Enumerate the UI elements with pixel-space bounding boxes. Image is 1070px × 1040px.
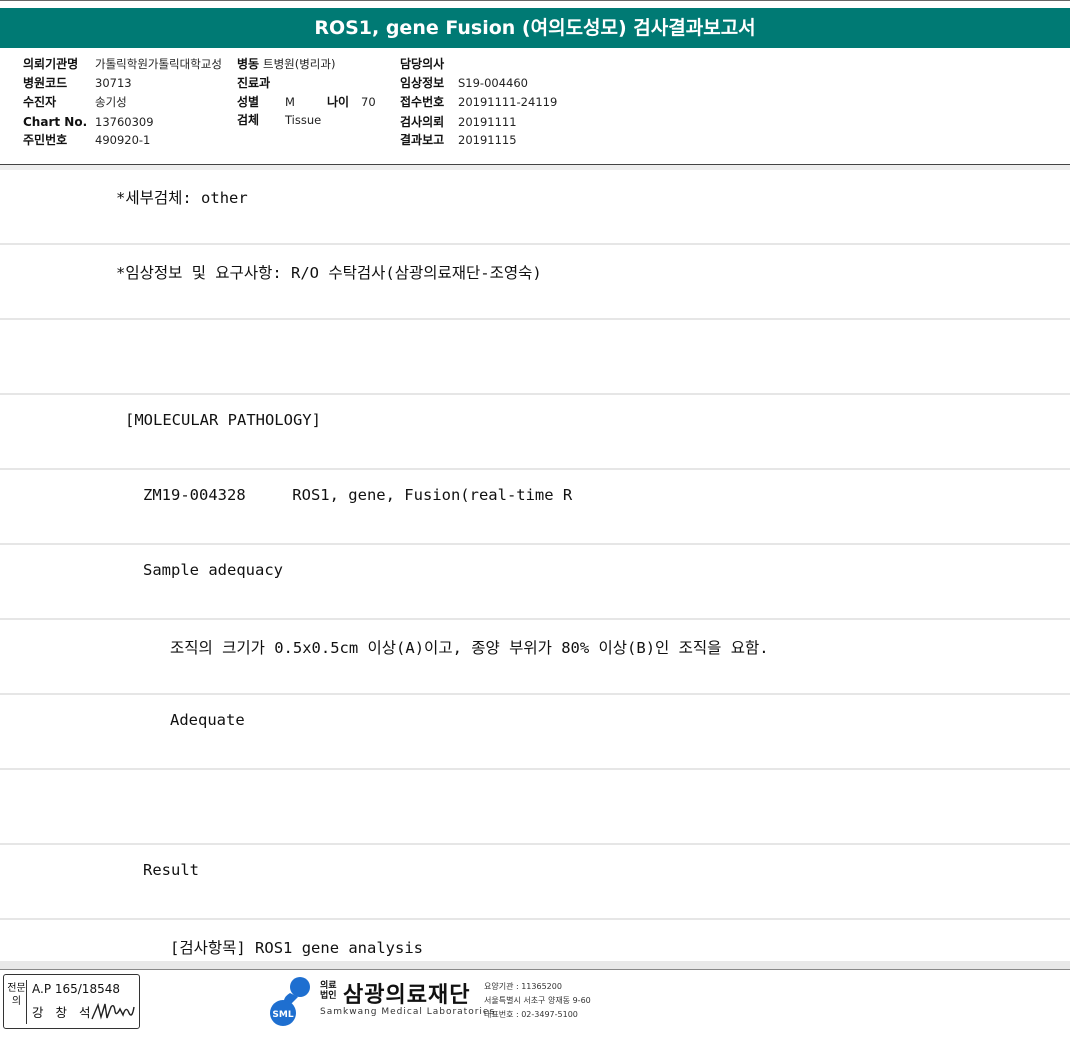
report-title: ROS1, gene Fusion (여의도성모) 검사결과보고서 (0, 8, 1070, 48)
ap-number: A.P 165/18548 (32, 982, 120, 996)
result-rows: *세부검체: other *임상정보 및 요구사항: R/O 수탁검사(삼광의료… (0, 170, 1070, 961)
top-border (0, 0, 1070, 1)
resident-value: 490920-1 (95, 133, 151, 147)
institution-value: 가톨릭학원가톨릭대학교성 (95, 57, 222, 71)
sex-label: 성별 (237, 95, 260, 109)
handwritten-signature-icon (91, 1002, 135, 1020)
row-text: Sample adequacy (143, 561, 283, 579)
row-text: Result (143, 861, 199, 879)
result-row (0, 320, 1070, 395)
result-row: *세부검체: other (0, 170, 1070, 245)
request-label: 검사의뢰 (400, 115, 445, 129)
result-row: Sample adequacy (0, 545, 1070, 620)
chart-label: Chart No. (23, 115, 88, 129)
dept-label: 진료과 (237, 76, 271, 90)
logo-corp-line2: 법인 (320, 991, 337, 1001)
ward-value: 트병원(병리과) (263, 57, 336, 71)
row-text: *임상정보 및 요구사항: R/O 수탁검사(삼광의료재단-조영숙) (116, 264, 542, 282)
logo-corp-line1: 의료 (320, 981, 337, 991)
sml-logo-icon: SML (270, 977, 310, 1026)
chart-value: 13760309 (95, 115, 154, 129)
receipt-value: 20191111-24119 (458, 95, 558, 109)
report-date-label: 결과보고 (400, 133, 445, 147)
clinical-label: 임상정보 (400, 76, 445, 90)
row-text: [검사항목] ROS1 gene analysis (170, 939, 424, 957)
row-text: [MOLECULAR PATHOLOGY] (125, 411, 321, 429)
ward-label: 병동 (237, 57, 260, 71)
clinical-value: S19-004460 (458, 76, 528, 90)
result-row: ZM19-004328 ROS1, gene, Fusion(real-time… (0, 470, 1070, 545)
result-row: Result (0, 845, 1070, 920)
report-date-value: 20191115 (458, 133, 517, 147)
logo-corp-label: 의료 법인 (320, 981, 337, 1001)
receipt-label: 접수번호 (400, 95, 445, 109)
age-label: 나이 (327, 95, 350, 109)
pathologist-name: 강 창 석 (32, 1005, 95, 1020)
row-text: ZM19-004328 ROS1, gene, Fusion(real-time… (143, 486, 573, 504)
specimen-label: 검체 (237, 113, 260, 127)
specimen-value: Tissue (285, 113, 322, 127)
result-row: 조직의 크기가 0.5x0.5cm 이상(A)이고, 종양 부위가 80% 이상… (0, 620, 1070, 695)
result-row: *임상정보 및 요구사항: R/O 수탁검사(삼광의료재단-조영숙) (0, 245, 1070, 320)
institution-label: 의뢰기관명 (23, 57, 79, 71)
hospital-code-label: 병원코드 (23, 76, 68, 90)
footer-divider (0, 969, 1070, 970)
result-row: Adequate (0, 695, 1070, 770)
specialist-vertical-label: 전문의 (7, 980, 27, 1024)
logo-detail-address: 서울특별시 서초구 양재동 9-60 (484, 996, 591, 1005)
request-value: 20191111 (458, 115, 517, 129)
patient-info-block: 의뢰기관명 가톨릭학원가톨릭대학교성 병동 트병원(병리과) 병원코드 3071… (0, 55, 1070, 165)
resident-label: 주민번호 (23, 133, 68, 147)
doctor-label: 담당의사 (400, 57, 445, 71)
patient-value: 송기성 (95, 95, 127, 109)
logo-english: Samkwang Medical Laboratories (320, 1007, 496, 1017)
result-row: [검사항목] ROS1 gene analysis (0, 920, 1070, 961)
row-text: Adequate (170, 711, 245, 729)
patient-label: 수진자 (23, 95, 57, 109)
logo-detail-code: 요양기관 : 11365200 (484, 982, 562, 991)
row-text: *세부검체: other (116, 189, 248, 207)
result-row: [MOLECULAR PATHOLOGY] (0, 395, 1070, 470)
logo-detail-phone: 대표번호 : 02-3497-5100 (484, 1010, 578, 1019)
age-value: 70 (361, 95, 376, 109)
logo-mark-text: SML (272, 1010, 293, 1020)
samkwang-logo: SML 의료 법인 삼광의료재단 Samkwang Medical Labora… (268, 975, 608, 1030)
logo-details: 요양기관 : 11365200 서울특별시 서초구 양재동 9-60 대표번호 … (484, 980, 591, 1022)
sex-value: M (285, 95, 295, 109)
hospital-code-value: 30713 (95, 76, 132, 90)
row-text: 조직의 크기가 0.5x0.5cm 이상(A)이고, 종양 부위가 80% 이상… (170, 639, 769, 657)
result-row (0, 770, 1070, 845)
footer-band (0, 961, 1070, 969)
pathologist-signature-box: 전문의 A.P 165/18548 강 창 석 (3, 974, 140, 1029)
logo-name: 삼광의료재단 (343, 983, 471, 1008)
